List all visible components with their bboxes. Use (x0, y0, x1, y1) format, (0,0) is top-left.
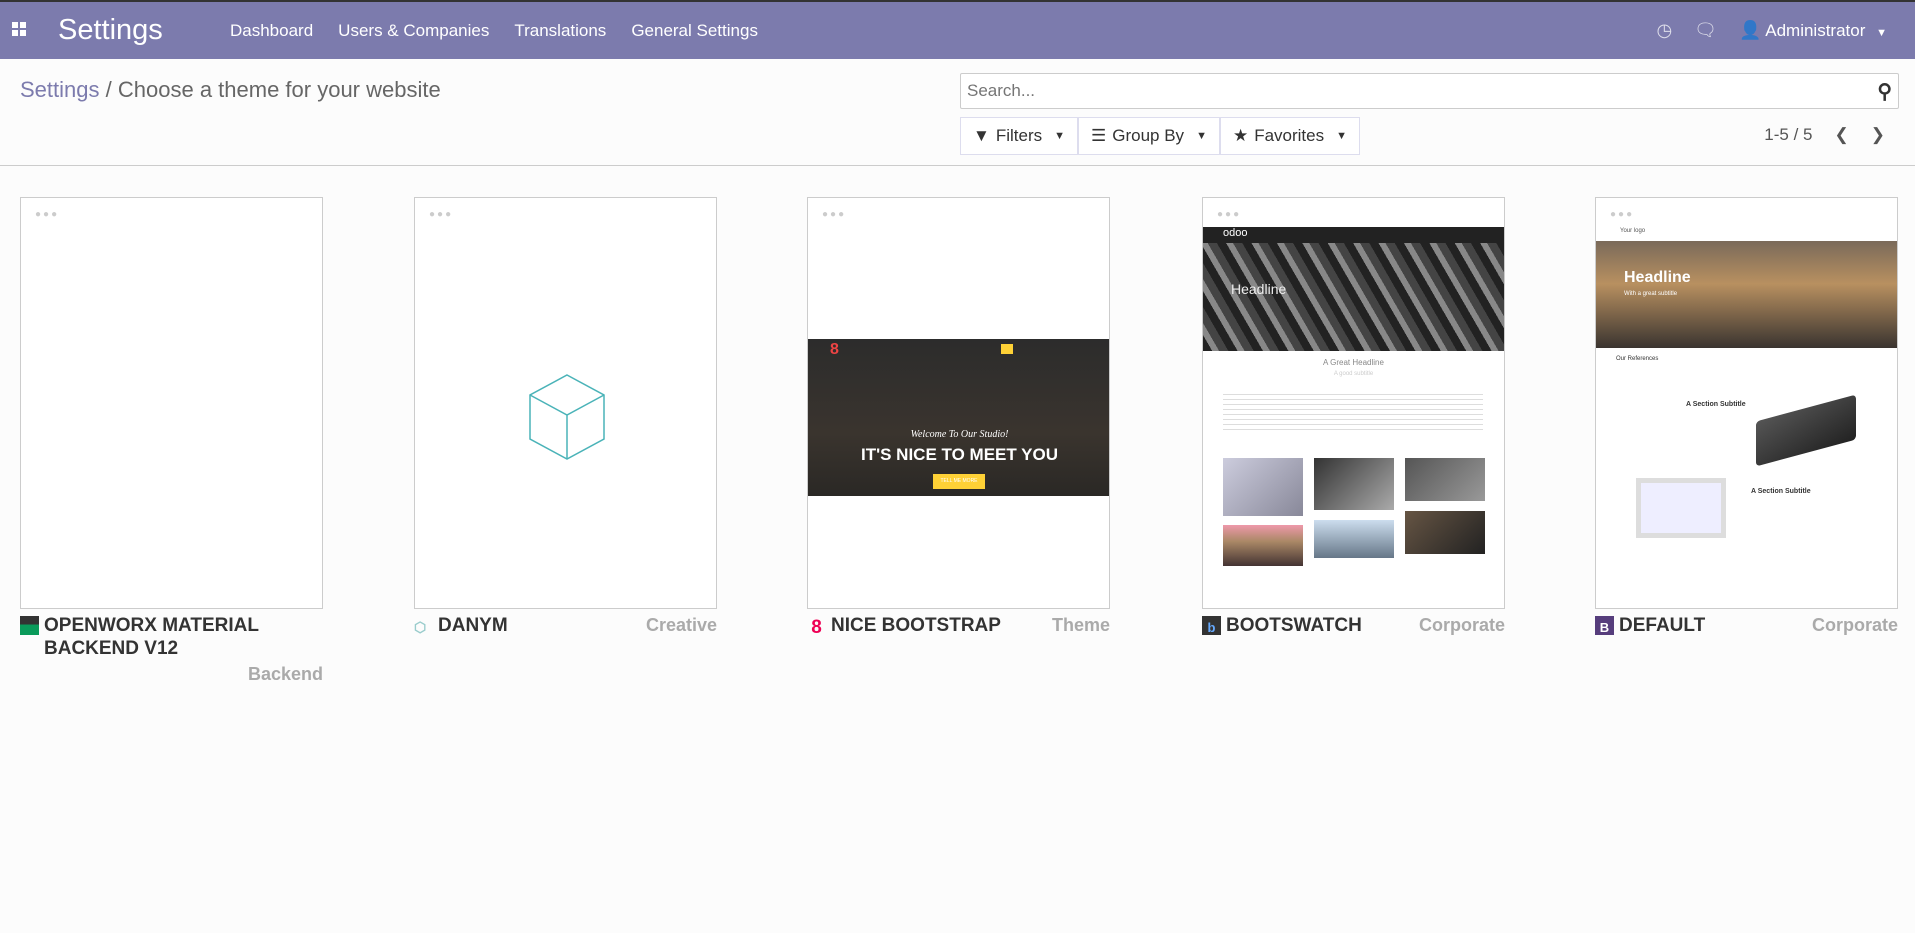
preview-button: TELL ME MORE (933, 474, 985, 489)
user-icon: 👤 (1739, 20, 1762, 40)
control-panel: Settings / Choose a theme for your websi… (0, 59, 1915, 166)
caret-down-icon: ▼ (1336, 130, 1348, 142)
theme-category: Corporate (1418, 615, 1505, 635)
cube-logo-icon: ⬡ (414, 619, 427, 635)
caret-down-icon: ▼ (1196, 130, 1207, 142)
preview-section: A Great Headline (1323, 358, 1384, 367)
search-icon[interactable]: ⚲ (1877, 79, 1892, 104)
star-icon: ★ (1232, 126, 1249, 145)
breadcrumb-current: Choose a theme for your website (117, 77, 441, 102)
preview-headline: Headline (1624, 269, 1691, 286)
preview-headline: IT'S NICE TO MEET YOU (860, 445, 1059, 464)
breadcrumb: Settings / Choose a theme for your websi… (20, 77, 441, 103)
pager-value[interactable]: 1-5 / 5 (1764, 125, 1812, 145)
group-by-button[interactable]: ☰ Group By ▼ (1078, 117, 1220, 155)
menu-general-settings[interactable]: General Settings (631, 21, 758, 41)
cube-icon (529, 374, 605, 460)
chat-icon[interactable]: 🗨 (1694, 20, 1717, 41)
theme-category: Backend (247, 664, 323, 684)
filter-icon: ▼ (973, 126, 990, 145)
theme-preview[interactable]: ●●● (414, 197, 717, 609)
preview-subtitle: With a great subtitle (1624, 291, 1678, 297)
breadcrumb-separator: / (105, 77, 112, 102)
search-input[interactable] (961, 74, 1841, 108)
bootstrap-logo-icon: B (1595, 616, 1614, 635)
group-by-label: Group By (1112, 126, 1185, 145)
theme-name: DEFAULT (1619, 615, 1706, 636)
favorites-button[interactable]: ★ Favorites ▼ (1219, 117, 1361, 155)
filters-button[interactable]: ▼ Filters ▼ (960, 117, 1078, 155)
browser-dots-icon: ●●● (35, 209, 60, 220)
theme-name: NICE BOOTSTRAP (831, 615, 1001, 636)
theme-card[interactable]: ●●● odoo Headline A Great Headline A goo… (1202, 197, 1505, 636)
theme-name: DANYM (438, 615, 508, 636)
preview-subtitle: A good subtitle (1333, 371, 1374, 377)
favorites-label: Favorites (1254, 126, 1325, 145)
browser-dots-icon: ●●● (1217, 209, 1242, 220)
bootswatch-logo-icon: b (1202, 616, 1221, 635)
preview-headline: Headline (1231, 281, 1287, 297)
caret-down-icon: ▼ (1054, 130, 1065, 142)
chevron-left-icon[interactable]: ❮ (1835, 125, 1849, 145)
browser-dots-icon: ●●● (429, 209, 454, 220)
top-navbar: Settings Dashboard Users & Companies Tra… (0, 0, 1915, 59)
preview-hero: 8 Welcome To Our Studio! IT'S NICE TO ME… (808, 339, 1109, 496)
infinity-logo-icon: 8 (811, 617, 822, 638)
theme-preview[interactable]: ●●● Your logo Headline With a great subt… (1595, 197, 1898, 609)
theme-card[interactable]: ●●● Your logo Headline With a great subt… (1595, 197, 1898, 636)
menu-dashboard[interactable]: Dashboard (230, 21, 313, 41)
theme-preview[interactable]: ●●● odoo Headline A Great Headline A goo… (1202, 197, 1505, 609)
preview-logo: Your logo (1620, 228, 1646, 234)
breadcrumb-settings[interactable]: Settings (20, 77, 100, 102)
infinity-logo-icon: 8 (830, 341, 839, 358)
apps-menu-icon[interactable] (12, 22, 26, 36)
app-title: Settings (58, 14, 163, 46)
preview-logo: odoo (1203, 227, 1504, 243)
preview-section: A Section Subtitle (1686, 401, 1746, 408)
pager: 1-5 / 5 ❮ ❯ (1764, 125, 1885, 145)
activity-clock-icon[interactable]: ◷ (1656, 20, 1672, 41)
theme-category: Creative (645, 615, 717, 635)
user-name: Administrator (1765, 21, 1866, 40)
theme-card[interactable]: ●●● ⬡ DANYM Creative (414, 197, 717, 636)
preview-hero: Headline With a great subtitle (1596, 241, 1897, 348)
search-box: ⚲ (960, 73, 1899, 109)
openworx-logo-icon (20, 616, 39, 635)
preview-tagline: Welcome To Our Studio! (910, 429, 1009, 440)
preview-section: A Section Subtitle (1751, 488, 1811, 495)
theme-category: Theme (1051, 615, 1110, 635)
caret-down-icon: ▼ (1876, 27, 1887, 39)
theme-card[interactable]: ●●● 8 Welcome To Our Studio! IT'S NICE T… (807, 197, 1110, 638)
list-icon: ☰ (1091, 126, 1107, 145)
theme-category: Corporate (1811, 615, 1898, 635)
preview-hero: Headline (1203, 243, 1504, 351)
preview-references: Our References (1616, 356, 1659, 362)
theme-preview[interactable]: ●●● 8 Welcome To Our Studio! IT'S NICE T… (807, 197, 1110, 609)
browser-dots-icon: ●●● (1610, 209, 1635, 220)
user-menu[interactable]: 👤 Administrator ▼ (1739, 20, 1887, 41)
browser-dots-icon: ●●● (822, 209, 847, 220)
theme-card[interactable]: ●●● OPENWORX MATERIAL BACKEND V12 Backen… (20, 197, 323, 684)
theme-preview[interactable]: ●●● (20, 197, 323, 609)
filters-label: Filters (995, 126, 1043, 145)
chevron-right-icon[interactable]: ❯ (1871, 125, 1885, 145)
menu-users-companies[interactable]: Users & Companies (338, 21, 489, 41)
theme-name: BOOTSWATCH (1226, 615, 1362, 636)
theme-name: OPENWORX MATERIAL BACKEND V12 (44, 615, 259, 659)
menu-translations[interactable]: Translations (514, 21, 606, 41)
